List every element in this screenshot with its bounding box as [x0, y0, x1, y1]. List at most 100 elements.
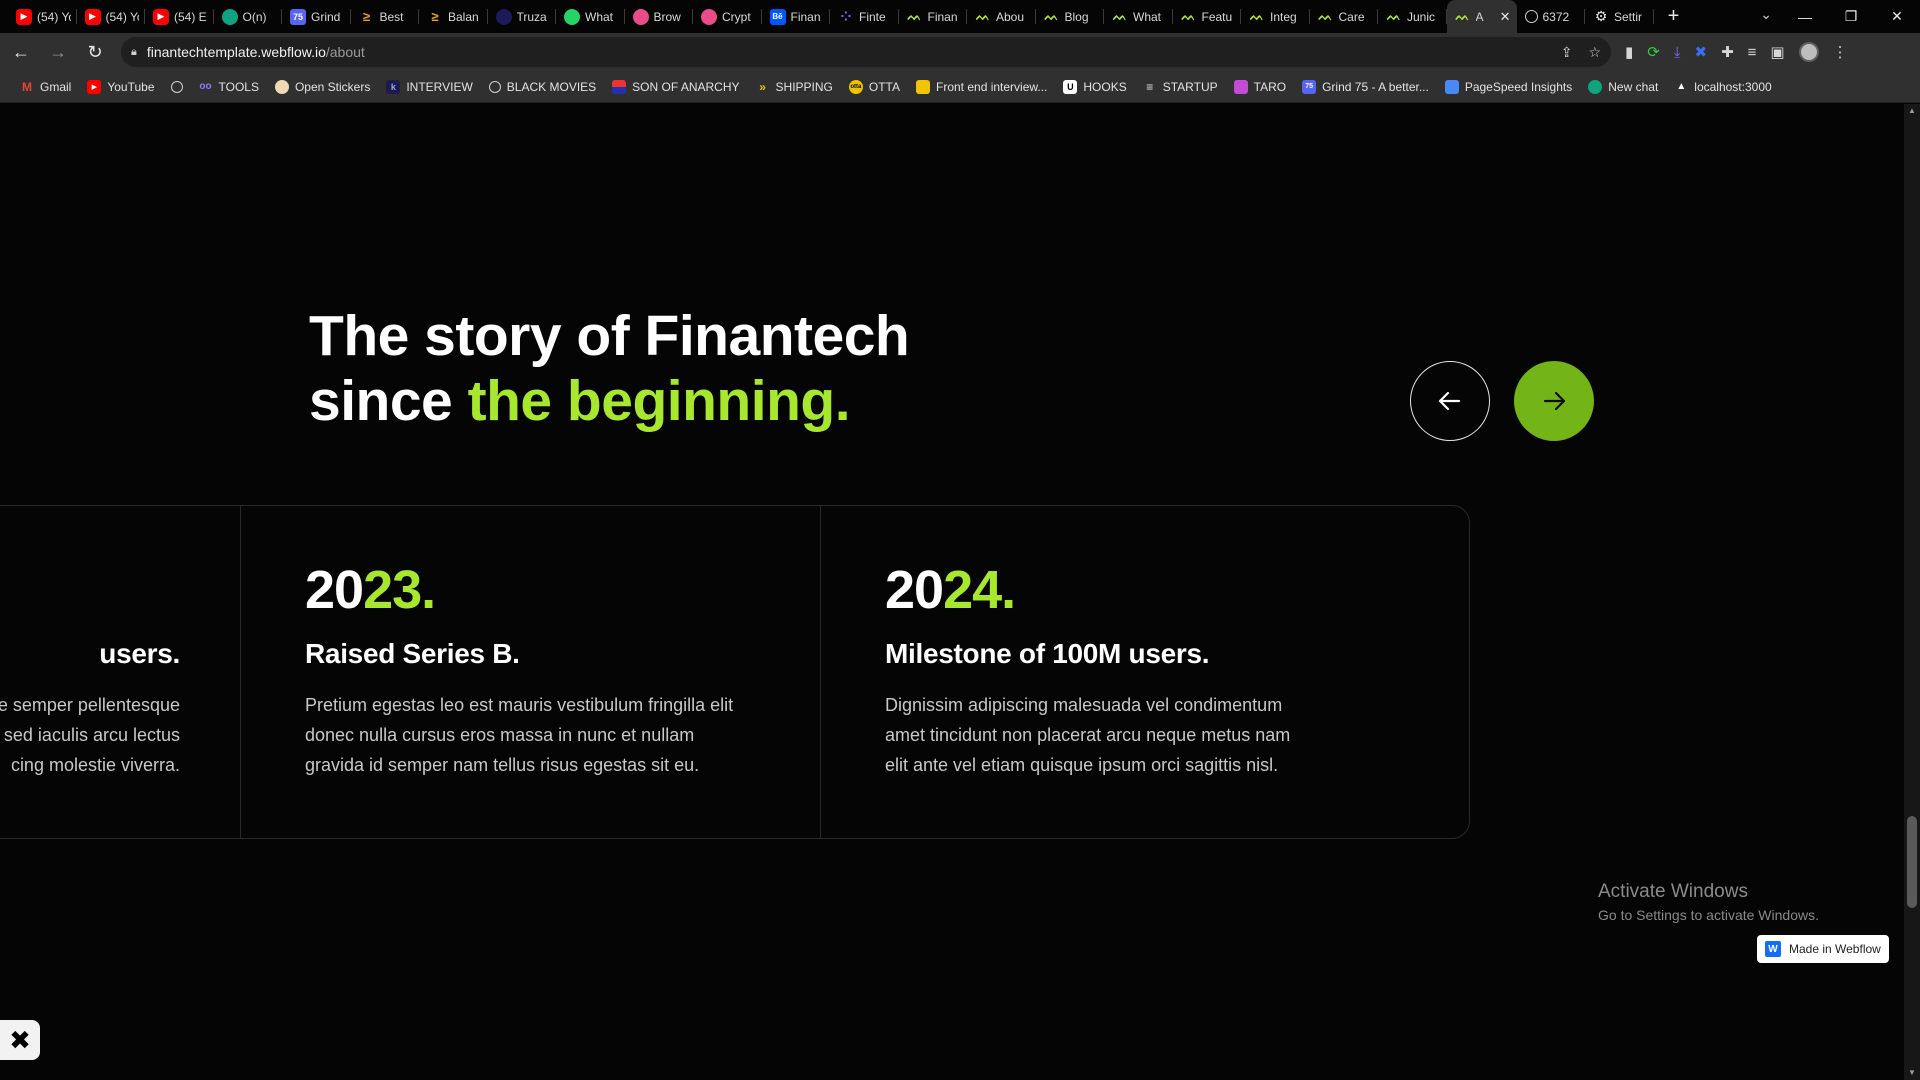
- tab[interactable]: ᨓ Junic: [1378, 0, 1447, 33]
- bookmark-item[interactable]: M Gmail: [12, 74, 79, 100]
- tab[interactable]: 6372: [1517, 0, 1586, 33]
- bookmark-label: PageSpeed Insights: [1464, 79, 1573, 94]
- tab-title: O(n): [242, 9, 267, 24]
- youtube-icon: ▶: [16, 8, 32, 25]
- chatgpt-icon: [1588, 79, 1603, 94]
- tab-search-icon[interactable]: ⌄: [1760, 6, 1772, 23]
- minimize-icon[interactable]: —: [1782, 9, 1828, 25]
- bookmark-item[interactable]: k INTERVIEW: [378, 74, 480, 100]
- bookmark-label: SHIPPING: [775, 79, 833, 94]
- bookmark-item[interactable]: oo TOOLS: [191, 74, 267, 100]
- reload-icon[interactable]: ↻: [79, 36, 111, 68]
- tab[interactable]: ᨓ Finan: [899, 0, 968, 33]
- bookmark-item[interactable]: 75 Grind 75 - A better...: [1294, 74, 1437, 100]
- tab[interactable]: O(n): [214, 0, 283, 33]
- tab[interactable]: ᨓ Featu: [1173, 0, 1242, 33]
- tab-title: Settir: [1614, 9, 1643, 24]
- close-window-icon[interactable]: ✕: [1874, 8, 1920, 25]
- url-path: /about: [325, 44, 365, 60]
- bookmark-item[interactable]: ▲ localhost:3000: [1666, 74, 1779, 100]
- window-controls: — ❐ ✕: [1782, 0, 1920, 33]
- address-bar[interactable]: 🔒︎ finantechtemplate.webflow.io/about ⇪ …: [121, 37, 1611, 67]
- next-slide-button[interactable]: [1514, 361, 1594, 441]
- bookmark-label: TARO: [1253, 79, 1287, 94]
- bookmark-item[interactable]: » SHIPPING: [748, 74, 841, 100]
- extension-green-icon[interactable]: ⟳: [1647, 43, 1660, 61]
- close-icon[interactable]: ✖: [0, 1020, 40, 1060]
- share-icon[interactable]: ⇪: [1561, 44, 1573, 61]
- bookmark-item[interactable]: TARO: [1226, 74, 1294, 100]
- bookmark-label: New chat: [1608, 79, 1659, 94]
- tab[interactable]: Brow: [625, 0, 694, 33]
- bookmark-item[interactable]: otta OTTA: [841, 74, 908, 100]
- bookmark-item[interactable]: PageSpeed Insights: [1437, 74, 1580, 100]
- bookmark-item[interactable]: Open Stickers: [267, 74, 378, 100]
- extension-download-icon[interactable]: ⤓: [1674, 44, 1681, 61]
- menu-dots-icon[interactable]: ⋮: [1833, 43, 1848, 61]
- tab[interactable]: 75 Grind: [282, 0, 351, 33]
- scroll-down-icon[interactable]: ▼: [1904, 1066, 1920, 1080]
- lock-icon[interactable]: 🔒︎: [131, 46, 137, 59]
- tab-active[interactable]: ᨓ A ✕: [1446, 0, 1517, 33]
- tab[interactable]: Crypt: [693, 0, 762, 33]
- prev-slide-button[interactable]: [1410, 361, 1490, 441]
- tab[interactable]: Bē Finan: [762, 0, 831, 33]
- tab[interactable]: ᨓ Blog: [1036, 0, 1105, 33]
- bookmark-item[interactable]: [163, 74, 191, 100]
- tab[interactable]: ᨓ Abou: [967, 0, 1036, 33]
- tab[interactable]: ᨓ What: [1104, 0, 1173, 33]
- tools-icon: oo: [199, 81, 212, 92]
- tab[interactable]: ▶ (54) YouTube: [8, 0, 77, 33]
- scrollbar-thumb[interactable]: [1907, 816, 1917, 908]
- new-tab-button[interactable]: +: [1660, 3, 1688, 31]
- tab[interactable]: What: [556, 0, 625, 33]
- bookmark-item[interactable]: Front end interview...: [908, 74, 1055, 100]
- side-panel-icon[interactable]: ▣: [1770, 43, 1784, 61]
- made-in-webflow-badge[interactable]: W Made in Webflow: [1757, 935, 1889, 963]
- bookmark-star-icon[interactable]: ☆: [1588, 44, 1601, 61]
- tab-close-icon[interactable]: ✕: [1500, 9, 1511, 25]
- page-scrollbar[interactable]: ▲ ▼: [1904, 104, 1920, 1080]
- tab[interactable]: ≥ Best: [351, 0, 420, 33]
- card-body-line: sem sed iaculis arcu lectus: [0, 725, 180, 745]
- tab[interactable]: ᨓ Care: [1310, 0, 1379, 33]
- bookmark-item[interactable]: BLACK MOVIES: [481, 74, 604, 100]
- puzzle-icon[interactable]: ✚: [1721, 43, 1734, 61]
- webflow-template-icon: ᨓ: [1181, 9, 1196, 23]
- tab[interactable]: ≥ Balan: [419, 0, 488, 33]
- tab[interactable]: ᨓ Integ: [1241, 0, 1310, 33]
- media-control-icon[interactable]: ≡: [1748, 44, 1757, 61]
- tab[interactable]: ⁘ Finte: [830, 0, 899, 33]
- card-year: [0, 558, 180, 622]
- restore-icon[interactable]: ❐: [1828, 8, 1874, 25]
- tab[interactable]: Truza: [488, 0, 557, 33]
- tab[interactable]: ⚙ Settir: [1585, 0, 1654, 33]
- tab-title: (54) YouTube: [37, 9, 71, 24]
- youtube-icon: ▶: [153, 8, 169, 25]
- bookmark-item[interactable]: ≡ STARTUP: [1135, 74, 1226, 100]
- tab-list: ▶ (54) YouTube ▶ (54) YouTube ▶ (54) E O(n) 75 G…: [0, 0, 1688, 33]
- bookmark-item[interactable]: U HOOKS: [1055, 74, 1134, 100]
- back-icon[interactable]: ←: [5, 36, 37, 68]
- extension-icon[interactable]: ▮: [1625, 43, 1633, 61]
- tab[interactable]: ▶ (54) YouTube: [77, 0, 146, 33]
- bookmark-item[interactable]: New chat: [1580, 74, 1666, 100]
- profile-avatar[interactable]: [1798, 42, 1819, 62]
- tab[interactable]: ▶ (54) E: [145, 0, 214, 33]
- grind75-icon: 75: [1302, 79, 1317, 94]
- tab-title: Brow: [653, 9, 681, 24]
- page-viewport: The story of Finantech since the beginni…: [0, 104, 1904, 1080]
- taro-icon: [1233, 79, 1248, 94]
- scroll-up-icon[interactable]: ▲: [1904, 104, 1920, 118]
- bookmark-item[interactable]: ▶ YouTube: [79, 74, 162, 100]
- tab-title: Finte: [859, 9, 886, 24]
- tab-title: A: [1475, 9, 1484, 24]
- extensions-area: ▮ ⟳ ⤓ ✖ ✚ ≡ ▣ ⋮: [1625, 42, 1848, 62]
- bookmark-label: YouTube: [107, 79, 155, 94]
- bookmark-item[interactable]: SON OF ANARCHY: [604, 74, 747, 100]
- timeline-slider[interactable]: users. que semper pellentesque sem sed iac…: [0, 505, 1470, 839]
- arrow-left-icon: [1438, 391, 1461, 411]
- forward-icon[interactable]: →: [42, 36, 74, 68]
- extension-x-icon[interactable]: ✖: [1694, 43, 1707, 61]
- card-title: Milestone of 100M users.: [885, 638, 1210, 669]
